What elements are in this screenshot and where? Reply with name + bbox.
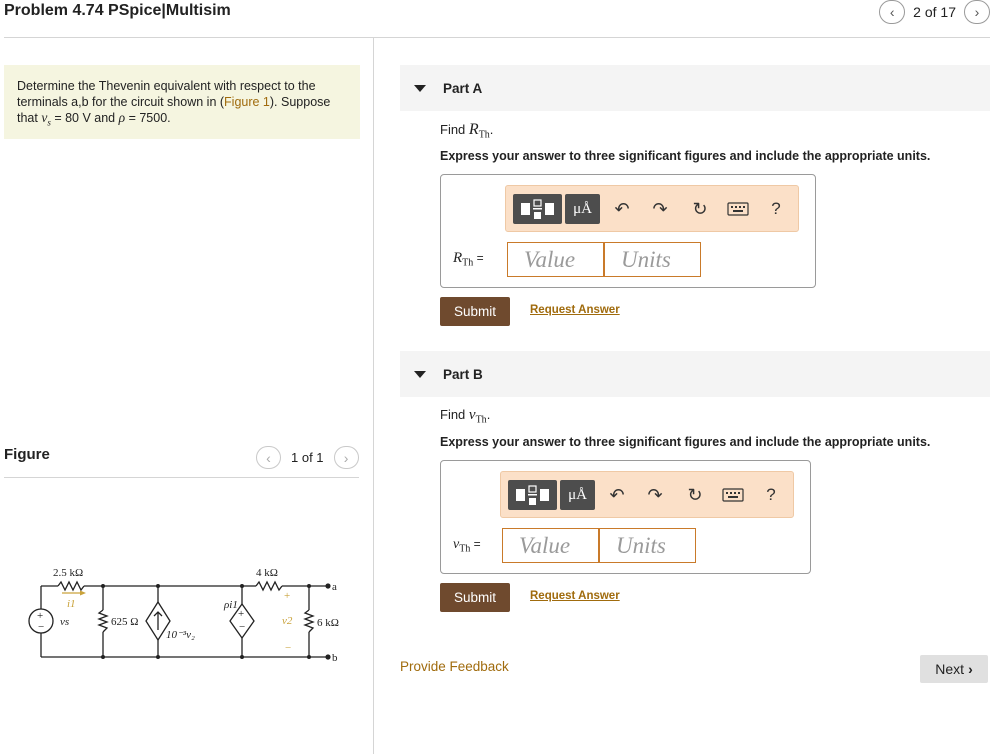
part-a-answer-box: μÅ ↶ ↷ ↻ ? RTh = Value Units <box>440 174 816 288</box>
answer-sub: Th <box>462 257 474 269</box>
part-b-instructions: Express your answer to three significant… <box>440 435 931 449</box>
collapse-triangle-icon <box>414 370 426 378</box>
templates-icon[interactable] <box>508 480 557 510</box>
next-label: Next <box>935 661 965 677</box>
current-source-label: 10⁻³v₂ <box>166 629 195 641</box>
part-b-header[interactable]: Part B <box>400 351 990 397</box>
vs-label: vs <box>60 616 69 628</box>
reset-icon[interactable]: ↻ <box>683 482 707 508</box>
part-a-units-input[interactable]: Units <box>604 242 701 277</box>
next-problem-button[interactable]: › <box>964 0 990 24</box>
resistor-label-6k: 6 kΩ <box>317 617 339 629</box>
prev-figure-button[interactable]: ‹ <box>256 446 281 469</box>
collapse-triangle-icon <box>414 84 426 92</box>
svg-text:+: + <box>284 590 290 602</box>
v2-label: v2 <box>282 615 293 627</box>
prev-problem-button[interactable]: ‹ <box>879 0 906 24</box>
chevron-right-icon: › <box>974 4 980 20</box>
find-prefix: Find <box>440 407 469 422</box>
reset-icon[interactable]: ↻ <box>688 196 712 222</box>
find-suffix: . <box>489 122 494 137</box>
redo-icon[interactable]: ↷ <box>648 196 672 222</box>
find-suffix: . <box>486 407 491 422</box>
keyboard-icon[interactable] <box>726 196 750 222</box>
part-b-submit-button[interactable]: Submit <box>440 583 510 612</box>
next-figure-button[interactable]: › <box>333 446 359 469</box>
part-a-toolbar: μÅ ↶ ↷ ↻ ? <box>505 185 799 232</box>
chevron-right-icon: › <box>968 661 973 677</box>
vs-symbol: vs <box>41 110 51 128</box>
page-title: Problem 4.74 PSpice|Multisim <box>4 2 231 19</box>
chevron-right-icon: › <box>343 449 349 466</box>
svg-text:−: − <box>285 642 291 654</box>
terminal-a-label: a <box>332 581 337 593</box>
find-symbol: R <box>468 121 479 138</box>
part-b-answer-label: vTh = <box>453 537 481 554</box>
answer-symbol: R <box>453 250 463 266</box>
part-b-find: Find vTh. <box>440 407 490 426</box>
answer-eq: = <box>473 251 484 265</box>
units-icon[interactable]: μÅ <box>565 194 600 224</box>
figure-pager-text: 1 of 1 <box>291 450 324 465</box>
keyboard-icon[interactable] <box>721 482 745 508</box>
figure-label: Figure <box>4 446 50 463</box>
next-button[interactable]: Next › <box>920 655 988 683</box>
answer-sub: Th <box>459 543 471 555</box>
problem-pager: ‹ 2 of 17 › <box>879 0 990 24</box>
resistor-label-2-5k: 2.5 kΩ <box>53 567 83 579</box>
part-a-request-answer-link[interactable]: Request Answer <box>530 304 620 316</box>
find-symbol: v <box>468 407 476 423</box>
undo-icon[interactable]: ↶ <box>605 482 629 508</box>
find-sub: Th <box>475 414 487 426</box>
figure-divider <box>4 477 359 478</box>
units-icon[interactable]: μÅ <box>560 480 595 510</box>
answer-eq: = <box>470 537 481 551</box>
figure-link[interactable]: Figure 1 <box>224 95 270 109</box>
i1-label: i1 <box>67 598 76 610</box>
circuit-diagram: + − + − + − 2.5 kΩ i1 vs 625 Ω 10⁻³v₂ 4 … <box>28 567 339 664</box>
svg-text:−: − <box>38 621 44 633</box>
part-a-value-input[interactable]: Value <box>507 242 604 277</box>
templates-icon[interactable] <box>513 194 562 224</box>
svg-text:+: + <box>238 608 244 620</box>
problem-statement: Determine the Thevenin equivalent with r… <box>4 65 360 139</box>
svg-text:−: − <box>239 621 245 633</box>
column-divider <box>373 38 374 754</box>
resistor-label-4k: 4 kΩ <box>256 567 278 579</box>
figure-pager: ‹ 1 of 1 › <box>256 446 359 469</box>
chevron-left-icon: ‹ <box>266 449 271 466</box>
redo-icon[interactable]: ↷ <box>643 482 667 508</box>
find-prefix: Find <box>440 122 469 137</box>
part-a-header[interactable]: Part A <box>400 65 990 111</box>
chevron-left-icon: ‹ <box>889 4 895 20</box>
find-sub: Th <box>478 129 490 141</box>
part-b-toolbar: μÅ ↶ ↷ ↻ ? <box>500 471 794 518</box>
part-b-label: Part B <box>443 366 483 382</box>
part-a-find: Find RTh. <box>440 121 493 141</box>
problem-text-4: = 7500. <box>125 111 171 125</box>
undo-icon[interactable]: ↶ <box>610 196 634 222</box>
resistor-label-625: 625 Ω <box>111 616 138 628</box>
part-a-label: Part A <box>443 80 483 96</box>
part-a-submit-button[interactable]: Submit <box>440 297 510 326</box>
header-divider <box>4 37 990 38</box>
help-icon[interactable]: ? <box>759 482 783 508</box>
help-icon[interactable]: ? <box>764 196 788 222</box>
part-b-units-input[interactable]: Units <box>599 528 696 563</box>
terminal-b-label: b <box>332 652 338 664</box>
part-a-instructions: Express your answer to three significant… <box>440 149 931 163</box>
part-b-value-input[interactable]: Value <box>502 528 599 563</box>
provide-feedback-link[interactable]: Provide Feedback <box>400 659 509 674</box>
part-a-answer-label: RTh = <box>453 250 484 268</box>
problem-pager-text: 2 of 17 <box>913 4 956 20</box>
part-b-request-answer-link[interactable]: Request Answer <box>530 590 620 602</box>
part-b-answer-box: μÅ ↶ ↷ ↻ ? vTh = Value Units <box>440 460 811 574</box>
dependent-source-label: ρi1 <box>223 599 238 611</box>
problem-text-3: = 80 V and <box>50 111 119 125</box>
